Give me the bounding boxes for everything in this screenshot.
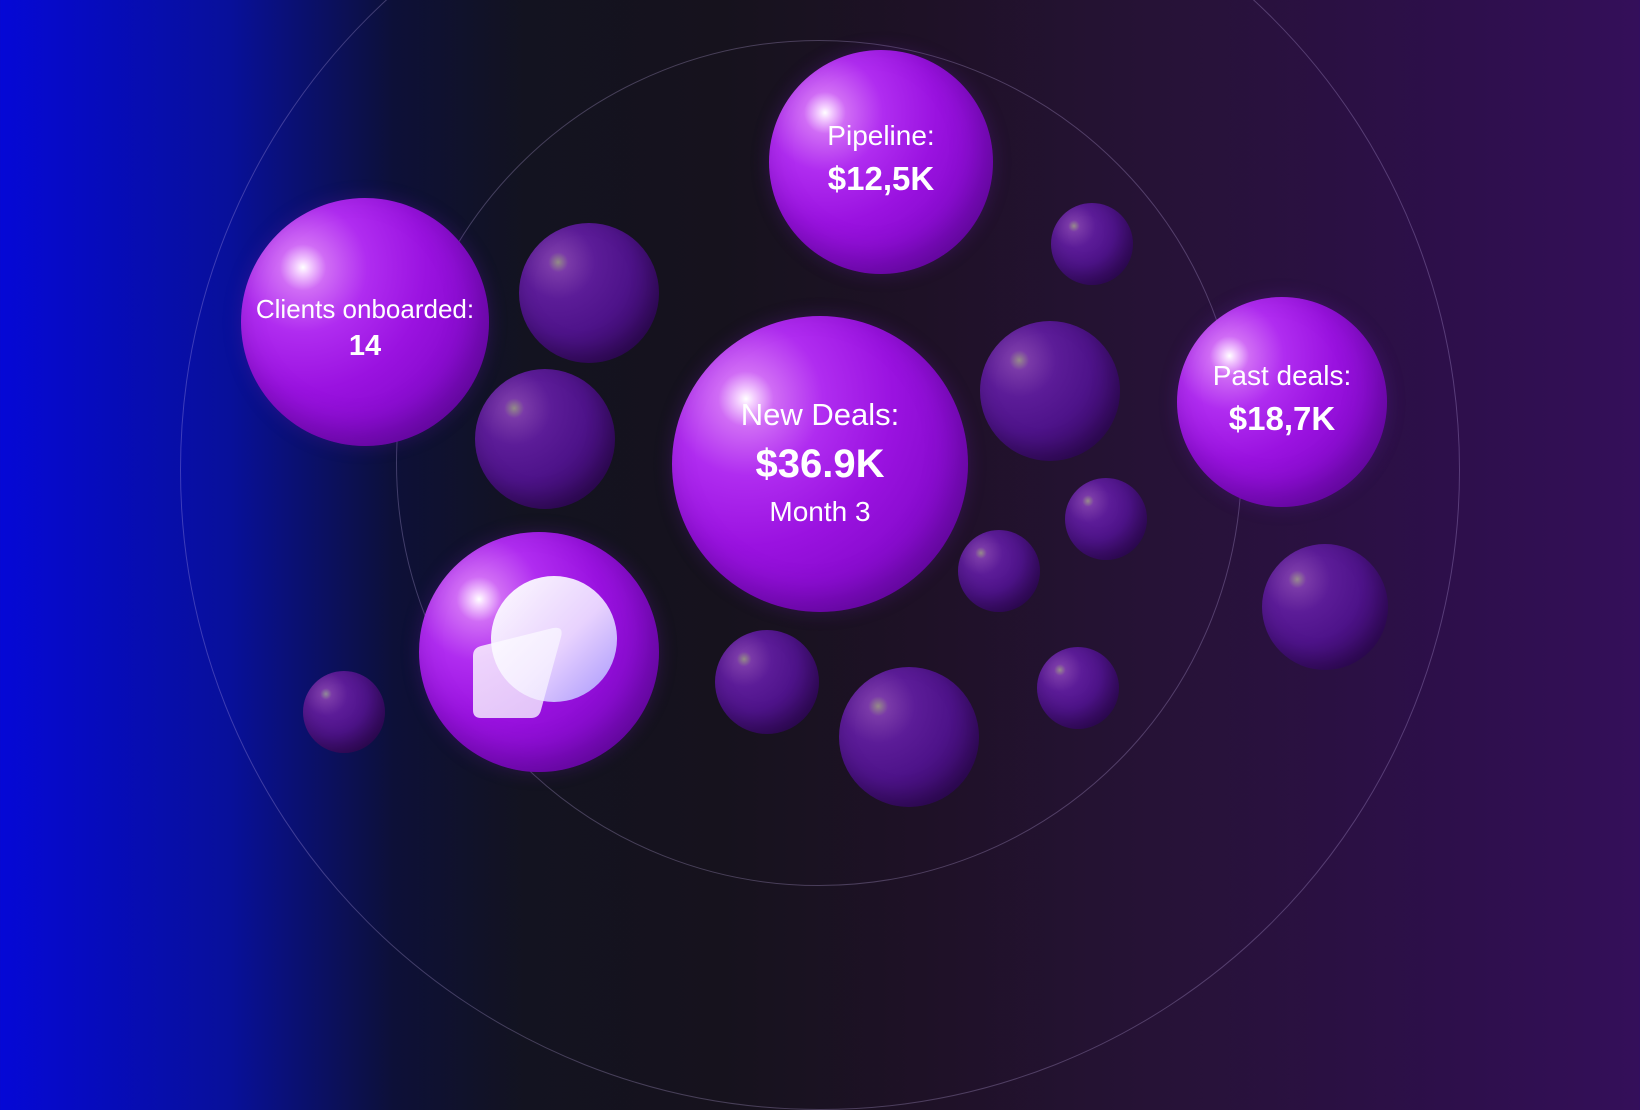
past-deals-value: $18,7K [1228, 400, 1336, 437]
clients-onboarded-value: 14 [348, 330, 382, 362]
clients-onboarded-label: Clients onboarded: [255, 294, 475, 324]
pipeline-sphere: Pipeline: $12,5K [769, 50, 993, 274]
decorative-sphere [839, 667, 979, 807]
pipeline-value: $12,5K [827, 160, 935, 197]
new-deals-period: Month 3 [769, 496, 871, 527]
clients-onboarded-sphere: Clients onboarded: 14 [241, 198, 489, 446]
decorative-sphere [1262, 544, 1388, 670]
past-deals-sphere: Past deals: $18,7K [1177, 297, 1387, 507]
page-canvas: { "stats": { "new_deals": { "label": "Ne… [0, 0, 1640, 1110]
decorative-sphere [519, 223, 659, 363]
new-deals-label: New Deals: [740, 397, 900, 432]
decorative-sphere [1037, 647, 1119, 729]
decorative-sphere [715, 630, 819, 734]
new-deals-value: $36.9K [755, 442, 885, 486]
decorative-sphere [1051, 203, 1133, 285]
decorative-sphere [958, 530, 1040, 612]
logo-sphere [419, 532, 659, 772]
decorative-sphere [1065, 478, 1147, 560]
brand-logo-icon [473, 576, 617, 718]
past-deals-label: Past deals: [1212, 360, 1352, 391]
decorative-sphere [303, 671, 385, 753]
new-deals-sphere: New Deals: $36.9K Month 3 [672, 316, 968, 612]
pipeline-label: Pipeline: [827, 120, 935, 151]
decorative-sphere [475, 369, 615, 509]
decorative-sphere [980, 321, 1120, 461]
